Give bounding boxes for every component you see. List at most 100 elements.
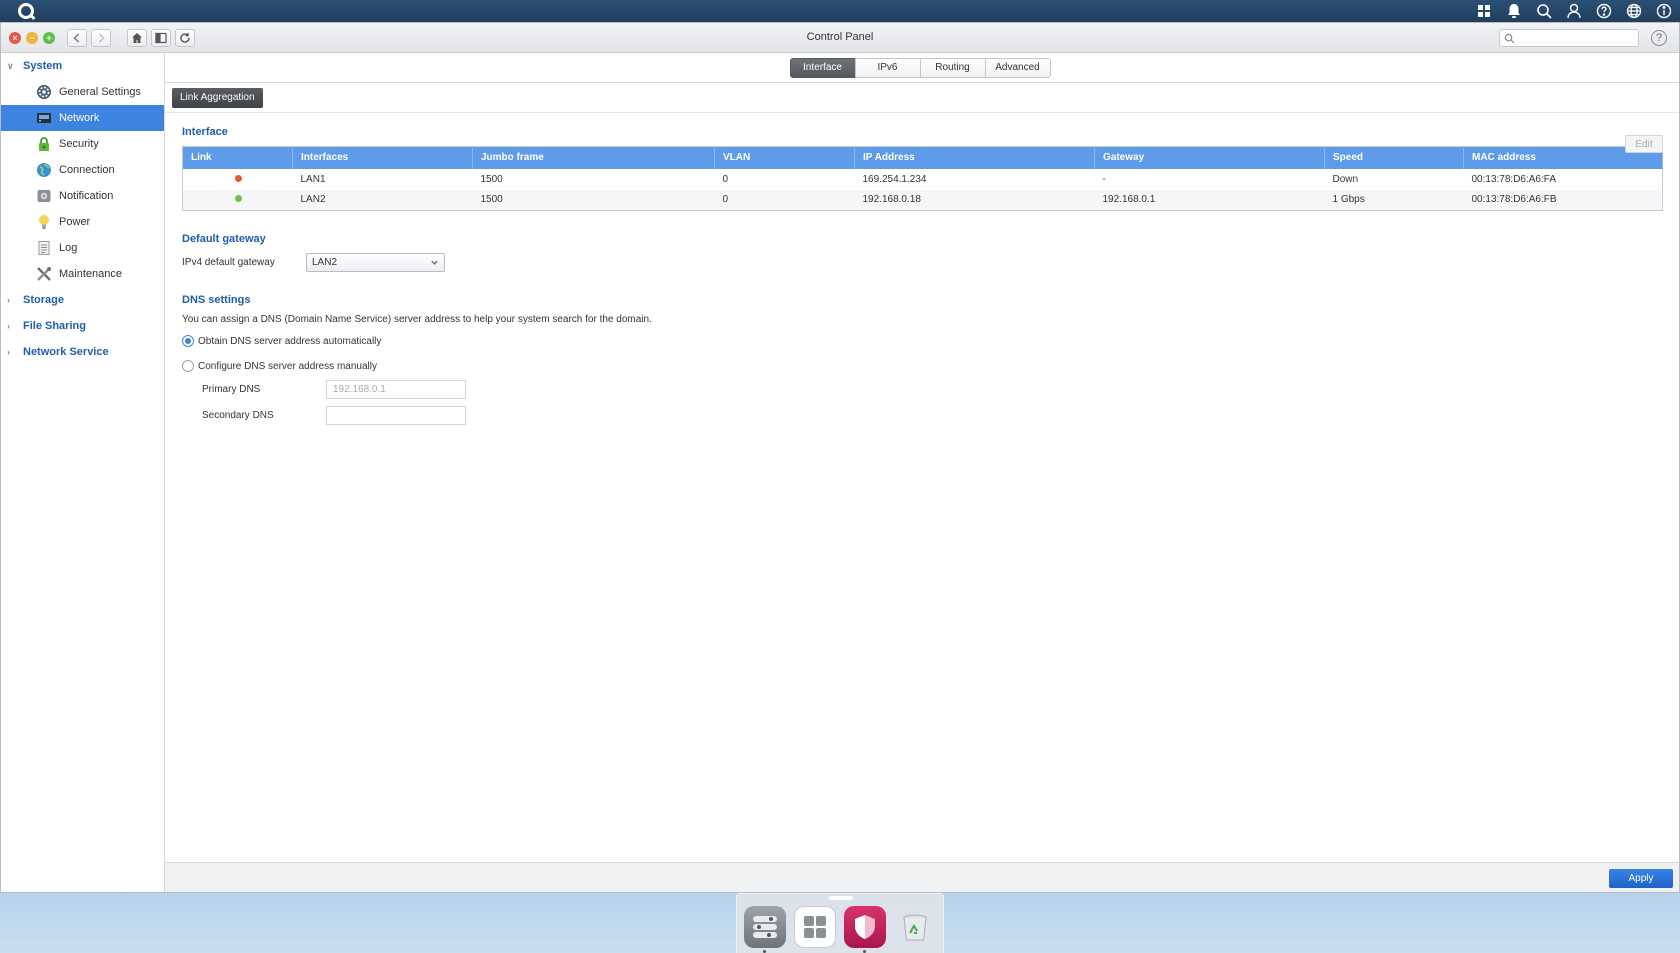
chevron-down-icon: ∨ xyxy=(7,60,14,71)
sidebar-item-label: General Settings xyxy=(59,86,141,98)
tab-bar: Interface IPv6 Routing Advanced xyxy=(165,53,1679,83)
dns-auto-option[interactable]: Obtain DNS server address automatically xyxy=(182,335,1663,347)
search-icon xyxy=(1504,33,1515,44)
dock xyxy=(736,893,944,953)
sidebar-group-system[interactable]: ∨ System xyxy=(1,53,164,79)
sidebar-item-label: Connection xyxy=(59,164,115,176)
maximize-window-button[interactable]: + xyxy=(43,31,55,44)
dns-manual-radio[interactable] xyxy=(182,360,194,372)
column-header[interactable]: IP Address xyxy=(854,146,1095,169)
column-header[interactable]: VLAN xyxy=(714,146,855,169)
tab-advanced[interactable]: Advanced xyxy=(984,57,1051,78)
apply-button[interactable]: Apply xyxy=(1609,869,1673,888)
cell-interface: LAN2 xyxy=(292,189,473,211)
sidebar-group-storage[interactable]: › Storage xyxy=(1,287,164,313)
refresh-button[interactable] xyxy=(175,28,195,47)
network-icon xyxy=(35,109,53,127)
dns-auto-radio[interactable] xyxy=(182,335,194,347)
home-button[interactable] xyxy=(127,28,147,47)
column-header[interactable]: Speed xyxy=(1324,146,1464,169)
sidebar-item-general-settings[interactable]: General Settings xyxy=(1,79,164,105)
search-icon[interactable] xyxy=(1534,1,1554,21)
toggle-sidebar-button[interactable] xyxy=(151,28,171,47)
edit-button[interactable]: Edit xyxy=(1625,135,1663,153)
back-button[interactable] xyxy=(67,28,87,47)
sidebar-group-label: Network Service xyxy=(23,346,109,358)
dock-handle[interactable] xyxy=(829,896,853,900)
sidebar-item-label: Security xyxy=(59,138,99,150)
dock-app-main-menu[interactable] xyxy=(794,905,836,948)
column-header[interactable]: Gateway xyxy=(1094,146,1325,169)
search-input[interactable] xyxy=(1519,32,1629,44)
apps-grid-icon[interactable] xyxy=(1474,1,1494,21)
gear-icon xyxy=(35,83,53,101)
tab-interface[interactable]: Interface xyxy=(789,57,856,78)
sidebar-item-network[interactable]: Network xyxy=(1,105,164,131)
info-dashboard-icon[interactable] xyxy=(1654,1,1674,21)
sidebar-group-label: System xyxy=(23,60,63,72)
sidebar-group-label: Storage xyxy=(23,294,64,306)
app-grid-icon xyxy=(804,915,826,938)
chevron-down-icon xyxy=(431,260,438,265)
qts-logo-icon[interactable] xyxy=(18,3,34,19)
sidebar-item-label: Log xyxy=(59,242,78,254)
window-search[interactable] xyxy=(1499,29,1639,47)
cell-jumbo-frame: 1500 xyxy=(480,173,503,185)
sidebar-item-maintenance[interactable]: Maintenance xyxy=(1,261,164,287)
log-icon xyxy=(35,239,53,257)
sidebar-item-label: Maintenance xyxy=(59,268,122,280)
forward-button[interactable] xyxy=(91,28,111,47)
sidebar-group-file-sharing[interactable]: › File Sharing xyxy=(1,313,164,339)
link-aggregation-button[interactable]: Link Aggregation xyxy=(172,87,263,108)
default-gateway-label: IPv4 default gateway xyxy=(182,257,275,268)
close-window-button[interactable]: × xyxy=(9,31,21,44)
cell-vlan: 0 xyxy=(714,189,855,211)
window-title: Control Panel xyxy=(806,31,874,43)
interface-table: Link Interfaces Jumbo frame VLAN IP Addr… xyxy=(182,146,1663,211)
running-indicator xyxy=(763,949,766,953)
column-header[interactable]: Link xyxy=(182,146,293,169)
dock-app-security-counselor[interactable] xyxy=(844,905,886,953)
shield-icon xyxy=(855,914,875,939)
table-row[interactable]: LAN2 1500 0 192.168.0.18 192.168.0.1 1 G… xyxy=(182,189,1663,211)
sidebar-item-notification[interactable]: Notification xyxy=(1,183,164,209)
link-up-status-icon xyxy=(235,195,242,203)
cell-gateway: 192.168.0.1 xyxy=(1094,189,1325,211)
sidebar-item-log[interactable]: Log xyxy=(1,235,164,261)
user-icon[interactable] xyxy=(1564,1,1584,21)
window-titlebar: × − + Control Panel ? xyxy=(1,23,1679,53)
sidebar-item-power[interactable]: Power xyxy=(1,209,164,235)
tab-ipv6[interactable]: IPv6 xyxy=(854,57,921,78)
language-globe-icon[interactable] xyxy=(1624,1,1644,21)
link-down-status-icon xyxy=(235,174,242,182)
running-indicator xyxy=(863,949,866,953)
primary-dns-input[interactable] xyxy=(326,380,466,399)
sidebar: ∨ System General Settings Network Securi… xyxy=(1,53,165,892)
help-button[interactable]: ? xyxy=(1651,30,1667,46)
column-header[interactable]: Interfaces xyxy=(292,146,473,169)
help-circle-icon[interactable] xyxy=(1594,1,1614,21)
tab-routing[interactable]: Routing xyxy=(919,57,986,78)
dns-auto-label: Obtain DNS server address automatically xyxy=(198,335,382,347)
chevron-right-icon: › xyxy=(7,321,10,331)
recycle-bin-icon xyxy=(903,914,927,940)
default-gateway-select[interactable]: LAN2 xyxy=(306,253,445,272)
dock-app-control-panel[interactable] xyxy=(744,905,786,953)
sidebar-item-connection[interactable]: Connection xyxy=(1,157,164,183)
minimize-window-button[interactable]: − xyxy=(26,31,38,44)
cell-speed: Down xyxy=(1332,173,1359,185)
sidebar-group-network-service[interactable]: › Network Service xyxy=(1,339,164,365)
sidebar-group-label: File Sharing xyxy=(23,320,86,332)
bell-icon[interactable] xyxy=(1504,1,1524,21)
dns-manual-option[interactable]: Configure DNS server address manually xyxy=(182,360,1663,372)
table-row[interactable]: LAN1 1500 0 169.254.1.234 - Down 00:13:7… xyxy=(183,169,1663,190)
dock-app-recycle-bin[interactable] xyxy=(894,906,936,948)
bulb-icon xyxy=(35,213,53,231)
cell-ip-address: 169.254.1.234 xyxy=(862,173,927,185)
dns-settings-title: DNS settings xyxy=(182,294,251,306)
secondary-dns-input[interactable] xyxy=(326,406,466,425)
cell-ip-address: 192.168.0.18 xyxy=(854,189,1095,211)
column-header[interactable]: Jumbo frame xyxy=(472,146,715,169)
sidebar-item-security[interactable]: Security xyxy=(1,131,164,157)
secondary-dns-label: Secondary DNS xyxy=(202,410,274,421)
